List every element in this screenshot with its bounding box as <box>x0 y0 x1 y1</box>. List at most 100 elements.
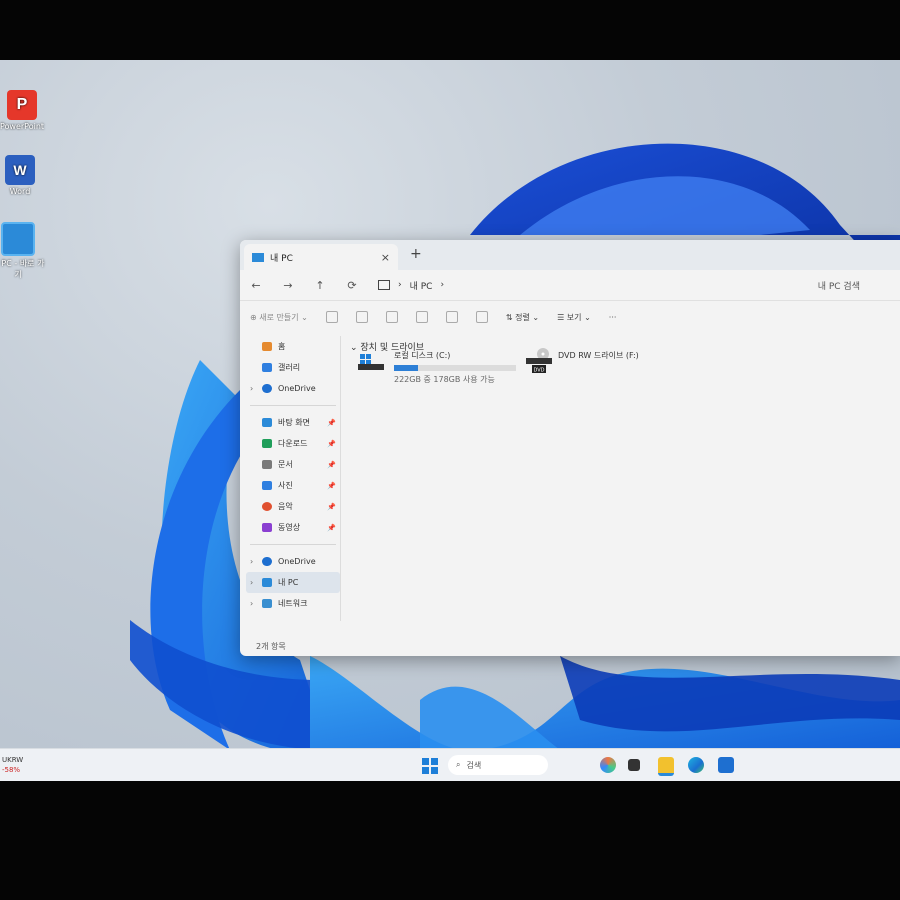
edge-browser-icon[interactable] <box>688 757 704 773</box>
pin-icon[interactable]: 📌 <box>327 461 336 469</box>
sidebar-item-label: OneDrive <box>278 384 316 393</box>
sidebar-item-label: OneDrive <box>278 557 316 566</box>
pin-icon[interactable]: 📌 <box>327 524 336 532</box>
stock-widget[interactable]: UKRW -58% <box>2 755 23 775</box>
copy-icon[interactable] <box>355 311 368 323</box>
home-icon <box>262 342 272 351</box>
pin-icon[interactable]: 📌 <box>327 503 336 511</box>
sidebar-item-downloads[interactable]: 다운로드 📌 <box>246 433 340 454</box>
sidebar-item-label: 다운로드 <box>278 439 308 448</box>
breadcrumb-separator: › <box>398 280 402 290</box>
sidebar-item-label: 바탕 화면 <box>278 418 310 427</box>
new-button[interactable]: ⊕ 새로 만들기 ⌄ <box>250 312 308 323</box>
copilot-icon[interactable] <box>600 757 616 773</box>
forward-arrow-icon[interactable]: → <box>272 279 304 292</box>
search-icon: ⌕ <box>456 760 461 769</box>
status-bar: 2개 항목 <box>256 642 286 651</box>
refresh-icon[interactable]: ⟳ <box>336 279 368 292</box>
cut-icon[interactable] <box>325 311 338 323</box>
sidebar-item-onedrive-personal[interactable]: › OneDrive <box>246 551 340 572</box>
command-bar: ⊕ 새로 만들기 ⌄ ⇅ 정렬 ⌄ ☰ 보기 ⌄ ··· <box>240 300 900 333</box>
delete-icon[interactable] <box>475 311 488 323</box>
pin-icon[interactable]: 📌 <box>327 419 336 427</box>
breadcrumb-chevron[interactable]: › <box>440 280 444 290</box>
drive-dvd-rw-f[interactable]: DVD DVD RW 드라이브 (F:) <box>526 348 706 382</box>
sidebar-item-onedrive[interactable]: › OneDrive <box>246 378 340 399</box>
microsoft-store-icon[interactable] <box>718 757 734 773</box>
file-explorer-window: 내 PC × + ← → ↑ ⟳ › 내 PC › 내 PC 검색 ⊕ 새로 만… <box>240 240 900 656</box>
tab-this-pc[interactable]: 내 PC × <box>244 244 398 270</box>
stock-change: -58% <box>2 766 21 774</box>
onedrive-cloud-icon <box>262 384 272 393</box>
navigation-pane: 홈 갤러리 › OneDrive 바탕 화면 📌 다운로드 📌 문서 📌 사진 … <box>246 336 340 616</box>
paste-icon[interactable] <box>385 311 398 323</box>
desktop-icon-powerpoint[interactable]: P PowerPoint <box>0 90 50 131</box>
sidebar-item-music[interactable]: 음악 📌 <box>246 496 340 517</box>
sidebar-item-gallery[interactable]: 갤러리 <box>246 357 340 378</box>
chevron-right-icon[interactable]: › <box>250 384 253 393</box>
start-button[interactable] <box>422 758 438 774</box>
monitor-icon <box>1 222 35 256</box>
chevron-right-icon[interactable]: › <box>250 578 253 587</box>
drive-usage-fill <box>394 365 419 371</box>
taskbar-search[interactable]: ⌕ 검색 <box>448 755 548 775</box>
sort-button[interactable]: ⇅ 정렬 ⌄ <box>506 312 539 323</box>
pictures-icon <box>262 481 272 490</box>
search-box[interactable]: 내 PC 검색 <box>818 279 860 292</box>
desktop-icon-this-pc-shortcut[interactable]: 내 PC - 바로 가기 <box>0 222 46 280</box>
chevron-right-icon[interactable]: › <box>250 557 253 566</box>
sidebar-item-desktop[interactable]: 바탕 화면 📌 <box>246 412 340 433</box>
sidebar-item-label: 사진 <box>278 481 293 490</box>
sidebar-item-label: 홈 <box>278 342 286 351</box>
monitor-icon <box>378 280 390 290</box>
pane-divider[interactable] <box>340 336 341 621</box>
sidebar-item-home[interactable]: 홈 <box>246 336 340 357</box>
divider <box>250 405 336 406</box>
sidebar-item-videos[interactable]: 동영상 📌 <box>246 517 340 538</box>
new-tab-button[interactable]: + <box>410 246 422 262</box>
dvd-badge: DVD <box>533 368 544 374</box>
drive-local-disk-c[interactable]: 로컬 디스크 (C:) 222GB 중 178GB 사용 가능 <box>358 350 528 384</box>
chevron-right-icon[interactable]: › <box>250 599 253 608</box>
sidebar-item-label: 문서 <box>278 460 293 469</box>
sidebar-item-network[interactable]: › 네트워크 <box>246 593 340 614</box>
download-icon <box>262 439 272 448</box>
pin-icon[interactable]: 📌 <box>327 440 336 448</box>
sidebar-item-label: 음악 <box>278 502 293 511</box>
rename-icon[interactable] <box>415 311 428 323</box>
sidebar-item-this-pc[interactable]: › 내 PC <box>246 572 340 593</box>
address-bar[interactable]: › 내 PC › <box>378 279 444 292</box>
navigation-bar: ← → ↑ ⟳ › 내 PC › 내 PC 검색 <box>240 270 900 300</box>
this-pc-icon <box>262 578 272 587</box>
tab-title: 내 PC <box>270 253 293 264</box>
sidebar-item-label: 동영상 <box>278 523 301 532</box>
stock-ticker: UKRW <box>2 756 24 764</box>
sort-label: 정렬 <box>515 312 530 322</box>
desktop-icon <box>262 418 272 427</box>
powerpoint-icon: P <box>7 90 37 120</box>
desktop-icon-label: 내 PC - 바로 가기 <box>0 259 45 279</box>
up-arrow-icon[interactable]: ↑ <box>304 279 336 292</box>
task-view-icon[interactable] <box>628 759 640 771</box>
gallery-icon <box>262 363 272 372</box>
pin-icon[interactable]: 📌 <box>327 482 336 490</box>
video-icon <box>262 523 272 532</box>
document-icon <box>262 460 272 469</box>
sidebar-item-label: 내 PC <box>278 578 299 587</box>
drive-usage-bar <box>394 365 516 371</box>
music-icon <box>262 502 272 511</box>
file-explorer-icon[interactable] <box>658 757 674 776</box>
onedrive-cloud-icon <box>262 557 272 566</box>
view-button[interactable]: ☰ 보기 ⌄ <box>557 312 591 323</box>
drive-usage-text: 222GB 중 178GB 사용 가능 <box>394 375 495 384</box>
new-button-label: 새로 만들기 <box>259 312 299 322</box>
desktop-icon-word[interactable]: W Word <box>0 155 48 196</box>
back-arrow-icon[interactable]: ← <box>240 279 272 292</box>
close-tab-icon[interactable]: × <box>381 251 390 264</box>
sidebar-item-documents[interactable]: 문서 📌 <box>246 454 340 475</box>
sidebar-item-pictures[interactable]: 사진 📌 <box>246 475 340 496</box>
breadcrumb-this-pc[interactable]: 내 PC <box>410 279 433 292</box>
hard-drive-icon <box>358 354 384 370</box>
share-icon[interactable] <box>445 311 458 323</box>
more-options-button[interactable]: ··· <box>609 313 617 322</box>
